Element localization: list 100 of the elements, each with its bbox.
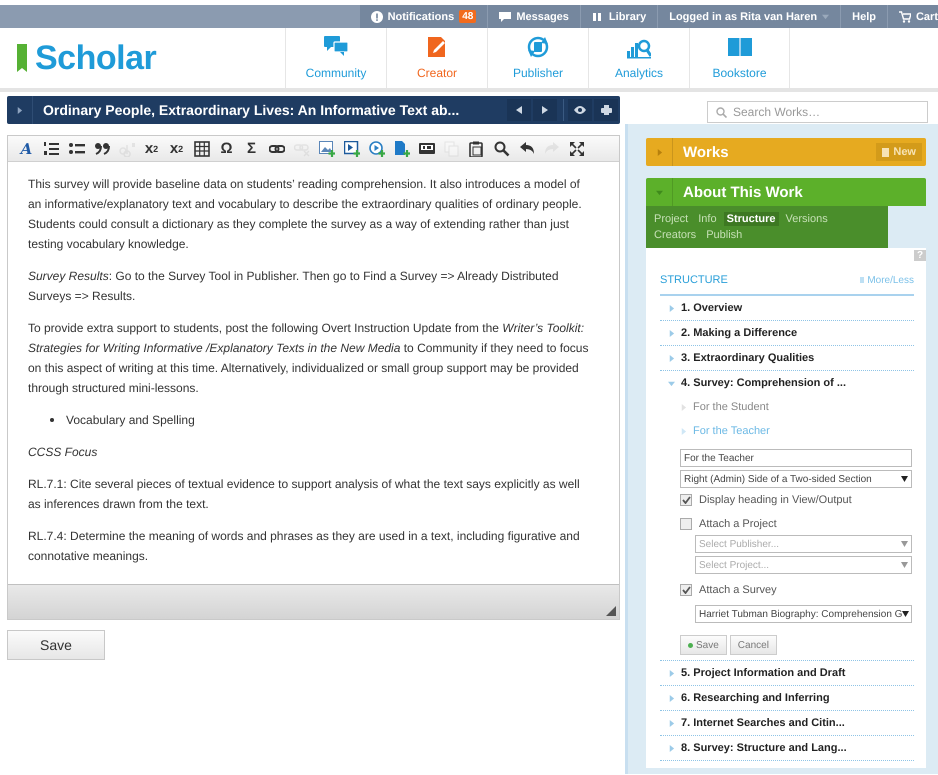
tab[interactable]: Publish <box>703 228 746 242</box>
copy-icon <box>444 140 460 156</box>
top-menu-item[interactable]: Messages <box>487 5 580 28</box>
checkbox[interactable] <box>680 584 692 596</box>
search-icon <box>494 140 510 156</box>
top-menu-item[interactable]: Notifications 48 <box>358 5 488 28</box>
menu-label: Help <box>852 10 876 22</box>
top-menu-item[interactable]: Cart <box>886 5 938 28</box>
tab[interactable]: Project <box>651 212 692 226</box>
paragraph: RL.7.1: Cite several pieces of textual evidence to support analysis of what the text says explicitly as well as inferences drawn from the text. <box>28 476 581 513</box>
table-icon <box>194 140 210 156</box>
document-title: Ordinary People, Extraordinary Lives: An Informative Text ab... <box>42 102 460 118</box>
quote-icon <box>94 140 110 156</box>
caret-icon <box>656 188 662 196</box>
eye-icon <box>574 106 586 114</box>
more-less-link[interactable]: More/Less <box>860 274 914 286</box>
chat-icon <box>499 10 512 22</box>
cart-icon <box>898 10 911 22</box>
list-item: Vocabulary and Spelling <box>66 412 195 429</box>
resize-handle-icon <box>606 606 616 616</box>
print-button[interactable] <box>594 99 618 121</box>
add-video-icon <box>344 140 360 156</box>
section-label: CCSS Focus <box>28 444 98 461</box>
panel-title: About This Work <box>683 184 803 200</box>
menu-label: Library <box>608 10 646 22</box>
notification-badge: 48 <box>459 10 476 23</box>
embed-icon <box>418 140 434 156</box>
checkbox-label: Display heading in View/Output <box>699 494 852 506</box>
nav-tab[interactable]: Publisher <box>487 28 588 88</box>
paragraph: Survey Results: Go to the Survey Tool in Publisher. Then go to Find a Survey => Already Distributed Surveys => Results. <box>28 268 560 305</box>
select-field[interactable]: Select Publisher... <box>695 535 912 553</box>
tab[interactable]: Info <box>695 212 720 226</box>
plus-icon <box>688 642 693 648</box>
nav-tab[interactable]: Creator <box>386 28 487 88</box>
add-media-icon <box>368 140 384 156</box>
select-field[interactable]: Right (Admin) Side of a Two-sided Section <box>680 470 912 488</box>
panel-title: Works <box>683 144 729 160</box>
menu-label: Cart <box>916 10 938 22</box>
tree-subitem[interactable]: For the Student <box>660 395 914 419</box>
select-field[interactable]: Select Project... <box>695 556 912 574</box>
symbol-button[interactable]: Σ <box>239 138 264 160</box>
nav-tab[interactable]: Analytics <box>588 28 689 88</box>
tree-item[interactable]: 2. Making a Difference <box>660 321 914 346</box>
superscript-button[interactable]: x$^{2}$ <box>139 138 164 160</box>
tree-item[interactable]: 3. Extraordinary Qualities <box>660 346 914 371</box>
nav-tab[interactable]: Community <box>285 28 386 88</box>
search-field[interactable]: Search Works… <box>707 101 928 123</box>
select-field[interactable]: Harriet Tubman Biography: Comprehension G <box>695 605 912 623</box>
section-heading: STRUCTURE <box>660 274 728 286</box>
paragraph: RL.7.4: Determine the meaning of words and phrases as they are used in a text, including figurative and connotative meanings. <box>28 528 581 565</box>
menu-label: Notifications <box>388 10 454 22</box>
undo-icon <box>518 140 534 156</box>
dropdown-arrow-icon <box>901 562 908 568</box>
symbol-button[interactable]: Ω <box>214 138 239 160</box>
tree-subitem[interactable]: For the Teacher <box>660 419 914 443</box>
previous-button[interactable] <box>507 99 531 121</box>
checkmark-icon <box>682 496 690 504</box>
menu-label: Messages <box>516 10 569 22</box>
tab[interactable]: Versions <box>782 212 831 226</box>
caret-icon <box>822 13 830 20</box>
font-button[interactable]: A <box>14 138 39 160</box>
heading-input-field[interactable]: For the Teacher <box>680 449 912 467</box>
save-button[interactable]: Save <box>680 635 727 655</box>
cancel-button[interactable]: Cancel <box>730 635 777 655</box>
bullet-list-icon <box>68 140 84 156</box>
save-button[interactable]: Save <box>7 630 105 660</box>
printer-icon <box>600 105 612 115</box>
arrow-right-icon <box>542 106 548 114</box>
tree-item[interactable]: 8. Survey: Structure and Lang... <box>660 736 914 761</box>
tab[interactable]: Structure <box>724 212 779 226</box>
checkbox-label: Attach a Project <box>699 518 777 530</box>
paste-icon <box>468 140 484 156</box>
paragraph: To provide extra support to students, post the following Overt Instruction Update from the Writer’s Toolkit: Strategies for Writing Informative /Explanatory Texts in the New Media to Community if they need to focus on this aspect of writing at this time. Alternatively, individualized or small group support may be provided through structured mini-lessons. <box>28 320 590 397</box>
dropdown-arrow-icon <box>901 476 908 482</box>
checkbox[interactable] <box>680 518 692 530</box>
dropdown-arrow-icon <box>901 541 908 547</box>
tree-item[interactable]: 5. Project Information and Draft <box>660 661 914 686</box>
tree-item[interactable]: 4. Survey: Comprehension of ... <box>660 371 914 395</box>
search-icon <box>716 106 727 118</box>
new-button[interactable]: New <box>876 143 922 161</box>
top-menu-item[interactable]: Logged in as Rita van Haren <box>657 5 840 28</box>
add-document-icon <box>394 140 410 156</box>
next-button[interactable] <box>533 99 557 121</box>
checkbox[interactable] <box>680 494 692 506</box>
tree-item[interactable]: 1. Overview <box>660 296 914 321</box>
tree-item[interactable]: 7. Internet Searches and Citin... <box>660 711 914 736</box>
caret-icon <box>680 404 687 410</box>
add-image-icon <box>318 140 334 156</box>
tab[interactable]: Creators <box>651 228 700 242</box>
caret-icon <box>16 106 23 114</box>
top-menu-item[interactable]: Help <box>840 5 887 28</box>
caret-icon <box>656 148 662 156</box>
checkmark-icon <box>682 586 690 594</box>
tree-item[interactable]: 6. Researching and Inferring <box>660 686 914 711</box>
nav-tab[interactable]: Bookstore <box>689 28 790 88</box>
lines-icon <box>860 277 864 283</box>
logo-bookmark-icon <box>17 44 27 72</box>
document-icon <box>882 148 890 156</box>
preview-button[interactable] <box>568 99 592 121</box>
top-menu-item[interactable]: Library <box>580 5 658 28</box>
